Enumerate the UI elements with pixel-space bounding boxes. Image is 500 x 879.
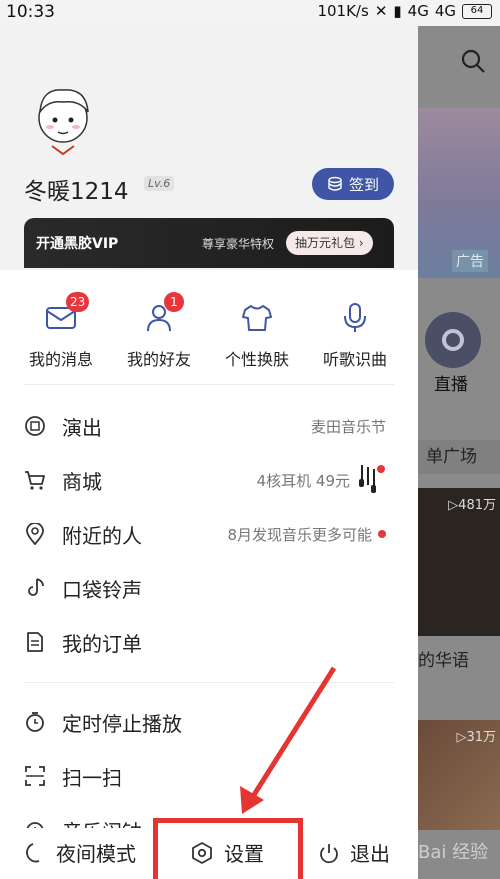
- document-icon: [27, 632, 43, 652]
- status-time: 10:33: [6, 2, 55, 22]
- menu-label-nearby: 附近的人: [62, 523, 142, 548]
- quick-label-recognize: 听歌识曲: [322, 350, 387, 369]
- settings-icon: [192, 841, 212, 864]
- menu-card: 23 我的消息 1 我的好友 个性换肤 听歌识曲 演出 麦田音乐节 商城 4核耳…: [0, 270, 418, 879]
- ringtone-icon: [28, 578, 44, 596]
- play-count: ▷481万: [448, 498, 496, 513]
- coin-icon: [328, 176, 342, 191]
- background-banner: 广告: [418, 108, 500, 278]
- settings-button[interactable]: 设置: [190, 838, 264, 867]
- play-count-2: ▷31万: [456, 730, 496, 745]
- menu-item-mall[interactable]: 商城 4核耳机 49元: [24, 458, 394, 502]
- divider: [24, 682, 394, 683]
- level-badge: Lv.6: [144, 176, 175, 191]
- messages-badge: 23: [66, 292, 90, 312]
- menu-item-scan[interactable]: 扫一扫: [24, 754, 394, 798]
- menu-label-scan: 扫一扫: [62, 765, 122, 790]
- timer-icon: [26, 712, 44, 732]
- location-pin-icon: [26, 523, 44, 545]
- search-icon: [461, 49, 485, 73]
- live-icon: [425, 312, 481, 368]
- signal-label-1: 4G: [407, 2, 429, 20]
- ad-label: 广告: [452, 250, 488, 272]
- menu-label-ringtone: 口袋铃声: [62, 577, 142, 602]
- playlist-card: ▷481万: [418, 488, 500, 636]
- menu-item-timer[interactable]: 定时停止播放: [24, 700, 394, 744]
- quick-actions: 23 我的消息 1 我的好友 个性换肤 听歌识曲: [16, 292, 400, 370]
- quick-label-messages: 我的消息: [28, 350, 93, 369]
- menu-extra-nearby: 8月发现音乐更多可能: [227, 525, 372, 544]
- cart-icon: [25, 471, 45, 490]
- vip-title: 开通黑胶VIP: [36, 236, 119, 252]
- quick-label-skin: 个性换肤: [224, 350, 289, 369]
- username[interactable]: 冬暖1214: [24, 172, 129, 206]
- menu-label-timer: 定时停止播放: [62, 711, 182, 736]
- signal-icon: ▮: [393, 2, 402, 20]
- vip-banner[interactable]: 开通黑胶VIP 尊享豪华特权 抽万元礼包 ›: [24, 218, 394, 268]
- scan-icon: [25, 766, 45, 786]
- vip-subtitle: 尊享豪华特权: [202, 237, 275, 251]
- playlist-card-2: ▷31万: [418, 720, 500, 830]
- exit-button[interactable]: 退出: [318, 838, 390, 867]
- unread-dot: [378, 530, 386, 538]
- menu-label-mall: 商城: [62, 469, 102, 494]
- signal-label-2: 4G: [434, 2, 456, 20]
- quick-item-messages[interactable]: 23 我的消息: [16, 292, 106, 370]
- battery-icon: 64: [462, 3, 492, 19]
- menu-label-shows: 演出: [62, 415, 102, 440]
- profile-header: 冬暖1214 Lv.6 签到 开通黑胶VIP 尊享豪华特权 抽万元礼包 ›: [0, 26, 418, 270]
- moon-icon: [26, 842, 40, 862]
- ticket-icon: [25, 416, 45, 436]
- checkin-label: 签到: [348, 175, 379, 194]
- menu-item-orders[interactable]: 我的订单: [24, 620, 394, 664]
- friends-badge: 1: [164, 292, 184, 312]
- microphone-icon: [344, 303, 366, 332]
- menu-extra-mall-wrap: 4核耳机 49元: [257, 463, 386, 497]
- shirt-icon: [242, 305, 272, 331]
- quick-item-skin[interactable]: 个性换肤: [212, 300, 302, 370]
- avatar[interactable]: [28, 80, 98, 160]
- menu-label-orders: 我的订单: [62, 631, 142, 656]
- quick-item-friends[interactable]: 1 我的好友: [114, 292, 204, 370]
- status-right: 101K/s ✕ ▮ 4G 4G 64: [317, 2, 492, 20]
- quick-item-recognize[interactable]: 听歌识曲: [310, 300, 400, 370]
- network-speed: 101K/s: [317, 2, 369, 20]
- menu-item-ringtone[interactable]: 口袋铃声: [24, 566, 394, 610]
- watermark: Bai 经验: [418, 842, 489, 863]
- quick-label-friends: 我的好友: [126, 350, 191, 369]
- vip-gift-button[interactable]: 抽万元礼包 ›: [286, 231, 373, 255]
- power-icon: [320, 843, 338, 863]
- night-mode-button[interactable]: 夜间模式: [24, 838, 136, 867]
- earphones-icon: [359, 465, 385, 493]
- bottom-bar: 夜间模式 设置 退出: [0, 828, 418, 879]
- exit-label: 退出: [350, 842, 390, 866]
- menu-extra-nearby-wrap: 8月发现音乐更多可能: [227, 524, 386, 545]
- status-bar: 10:33 101K/s ✕ ▮ 4G 4G 64: [0, 0, 500, 26]
- menu-item-shows[interactable]: 演出 麦田音乐节: [24, 404, 394, 448]
- playlist-caption: 的华语: [418, 651, 469, 671]
- menu-extra-mall: 4核耳机 49元: [256, 471, 350, 490]
- menu-extra-shows: 麦田音乐节: [310, 417, 386, 436]
- live-label: 直播: [434, 375, 468, 395]
- side-drawer: 冬暖1214 Lv.6 签到 开通黑胶VIP 尊享豪华特权 抽万元礼包 › 23: [0, 26, 418, 879]
- mute-icon: ✕: [374, 2, 388, 20]
- menu-item-nearby[interactable]: 附近的人 8月发现音乐更多可能: [24, 512, 394, 556]
- night-mode-label: 夜间模式: [56, 842, 136, 866]
- divider: [24, 384, 394, 385]
- settings-label: 设置: [224, 842, 264, 866]
- playlist-square-tag: 单广场: [418, 440, 500, 474]
- checkin-button[interactable]: 签到: [312, 168, 394, 200]
